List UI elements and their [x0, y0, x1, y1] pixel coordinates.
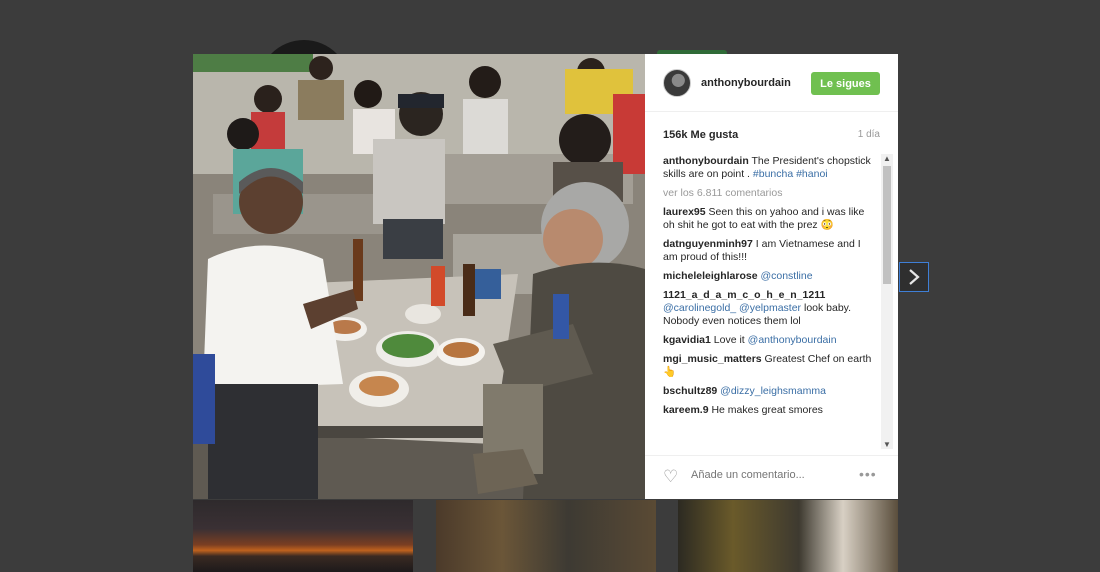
list-item: 1121_a_d_a_m_c_o_h_e_n_1211 @carolinegol… [663, 289, 878, 328]
list-item: mgi_music_matters Greatest Chef on earth… [663, 353, 878, 379]
caption: anthonybourdain The President's chopstic… [663, 155, 878, 181]
comment-text: He makes great smores [708, 404, 823, 416]
comment-mention[interactable]: @anthonybourdain [748, 334, 837, 346]
follow-button[interactable]: Le sigues [811, 72, 880, 95]
comments-scrollbar[interactable]: ▲ ▼ [881, 154, 893, 449]
grid-thumbnail-sunset[interactable] [193, 500, 413, 572]
restaurant-photo-illustration [193, 54, 645, 499]
view-all-comments-link[interactable]: ver los 6.811 comentarios [663, 187, 878, 200]
next-post-button[interactable] [899, 262, 929, 292]
post-side-panel: anthonybourdain Le sigues 156k Me gusta … [645, 54, 898, 499]
caption-hashtags[interactable]: #buncha #hanoi [753, 168, 828, 180]
user-avatar[interactable] [663, 69, 691, 97]
comment-username[interactable]: mgi_music_matters [663, 353, 762, 365]
post-photo[interactable] [193, 54, 645, 499]
caption-username[interactable]: anthonybourdain [663, 155, 749, 167]
grid-thumbnail-2[interactable] [436, 500, 656, 572]
list-item: laurex95 Seen this on yahoo and i was li… [663, 206, 878, 232]
post-username[interactable]: anthonybourdain [701, 77, 791, 89]
list-item: bschultz89 @dizzy_leighsmamma [663, 385, 878, 398]
scroll-down-icon[interactable]: ▼ [883, 440, 891, 449]
chevron-right-icon [909, 269, 920, 285]
comment-username[interactable]: kareem.9 [663, 404, 709, 416]
comment-mention[interactable]: @carolinegold_ @yelpmaster [663, 302, 801, 314]
post-timestamp: 1 día [857, 129, 880, 140]
heart-outline-icon[interactable]: ♡ [663, 467, 678, 487]
comment-username[interactable]: micheleleighlarose [663, 270, 758, 282]
list-item: micheleleighlarose @constline [663, 270, 878, 283]
scroll-up-icon[interactable]: ▲ [883, 154, 891, 163]
comment-mention[interactable]: @constline [758, 270, 812, 282]
comment-username[interactable]: 1121_a_d_a_m_c_o_h_e_n_1211 [663, 289, 825, 301]
comment-username[interactable]: kgavidia1 [663, 334, 711, 346]
comment-username[interactable]: laurex95 [663, 206, 706, 218]
comment-username[interactable]: bschultz89 [663, 385, 717, 397]
comment-mention[interactable]: @dizzy_leighsmamma [717, 385, 826, 397]
list-item: kareem.9 He makes great smores [663, 404, 878, 417]
comment-username[interactable]: datnguyenminh97 [663, 238, 753, 250]
grid-thumbnail-3[interactable] [678, 500, 898, 572]
post-modal: anthonybourdain Le sigues 156k Me gusta … [193, 54, 898, 499]
post-footer: ♡ ••• [645, 455, 898, 499]
list-item: datnguyenminh97 I am Vietnamese and I am… [663, 238, 878, 264]
post-header: anthonybourdain Le sigues [645, 54, 898, 112]
add-comment-input[interactable] [689, 468, 853, 482]
like-count[interactable]: 156k Me gusta [663, 129, 738, 141]
list-item: kgavidia1 Love it @anthonybourdain [663, 334, 878, 347]
ellipsis-icon[interactable]: ••• [859, 466, 877, 482]
scrollbar-thumb[interactable] [883, 166, 891, 284]
comment-text: Love it [710, 334, 748, 346]
comments-list[interactable]: anthonybourdain The President's chopstic… [663, 155, 878, 447]
